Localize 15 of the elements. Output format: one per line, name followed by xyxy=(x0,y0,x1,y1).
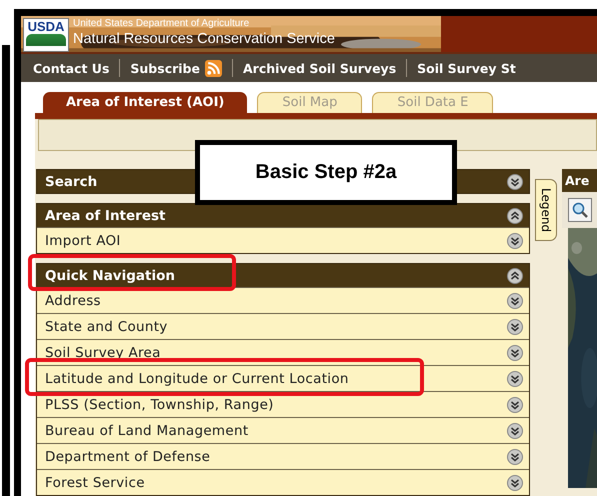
row-label: Department of Defense xyxy=(45,448,210,464)
row-label: Latitude and Longitude or Current Location xyxy=(45,370,349,386)
row-label: Bureau of Land Management xyxy=(45,422,248,438)
callout-tooltip: Basic Step #2a xyxy=(195,140,457,205)
row-label: Forest Service xyxy=(45,474,145,490)
row-label: Import AOI xyxy=(45,232,121,248)
section-title: Area of Interest xyxy=(45,208,166,224)
row-label: PLSS (Section, Township, Range) xyxy=(45,396,274,412)
row-label: Soil Survey Area xyxy=(45,344,161,360)
section-title: Quick Navigation xyxy=(45,268,175,284)
row-label: State and County xyxy=(45,318,168,334)
section-title: Search xyxy=(45,174,98,190)
row-label: Address xyxy=(45,292,101,308)
agency-name: United States Department of Agriculture xyxy=(73,17,250,30)
map-title: Are xyxy=(565,173,590,188)
